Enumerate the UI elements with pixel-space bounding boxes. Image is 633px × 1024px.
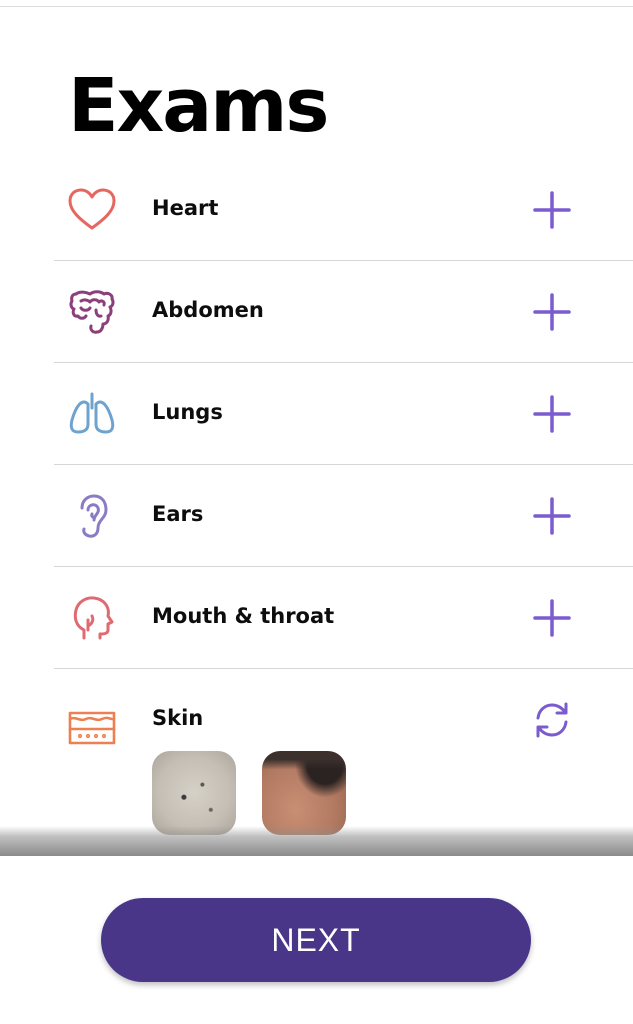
exam-row-mouth-throat[interactable]: Mouth & throat	[54, 567, 633, 669]
plus-icon	[533, 191, 571, 229]
add-mouth-throat-button[interactable]	[530, 596, 574, 640]
ear-icon	[66, 490, 118, 542]
plus-icon	[533, 599, 571, 637]
head-profile-icon	[66, 592, 118, 644]
skin-layer-icon	[66, 701, 118, 753]
add-ears-button[interactable]	[530, 494, 574, 538]
next-button[interactable]: NEXT	[101, 898, 531, 982]
refresh-icon	[536, 702, 568, 738]
intestines-icon	[66, 286, 118, 338]
lungs-icon	[66, 388, 118, 440]
retake-skin-button[interactable]	[530, 698, 574, 742]
exam-label-mouth-throat: Mouth & throat	[152, 604, 335, 628]
heart-icon	[66, 184, 118, 236]
exam-row-abdomen[interactable]: Abdomen	[54, 261, 633, 363]
add-abdomen-button[interactable]	[530, 290, 574, 334]
page-title: Exams	[68, 63, 329, 149]
exam-label-abdomen: Abdomen	[152, 298, 264, 322]
exam-row-ears[interactable]: Ears	[54, 465, 633, 567]
skin-photo-thumbnail[interactable]	[152, 751, 236, 835]
exam-row-heart[interactable]: Heart	[54, 159, 633, 261]
plus-icon	[533, 395, 571, 433]
plus-icon	[533, 293, 571, 331]
plus-icon	[533, 497, 571, 535]
exam-row-skin[interactable]: Skin	[54, 669, 633, 849]
exam-label-heart: Heart	[152, 196, 219, 220]
add-heart-button[interactable]	[530, 188, 574, 232]
exam-row-lungs[interactable]: Lungs	[54, 363, 633, 465]
scroll-shadow	[0, 826, 633, 856]
exam-label-ears: Ears	[152, 502, 204, 526]
forehead-photo-thumbnail[interactable]	[262, 751, 346, 835]
top-divider	[0, 6, 633, 7]
add-lungs-button[interactable]	[530, 392, 574, 436]
exam-label-skin: Skin	[152, 706, 204, 730]
exam-label-lungs: Lungs	[152, 400, 223, 424]
